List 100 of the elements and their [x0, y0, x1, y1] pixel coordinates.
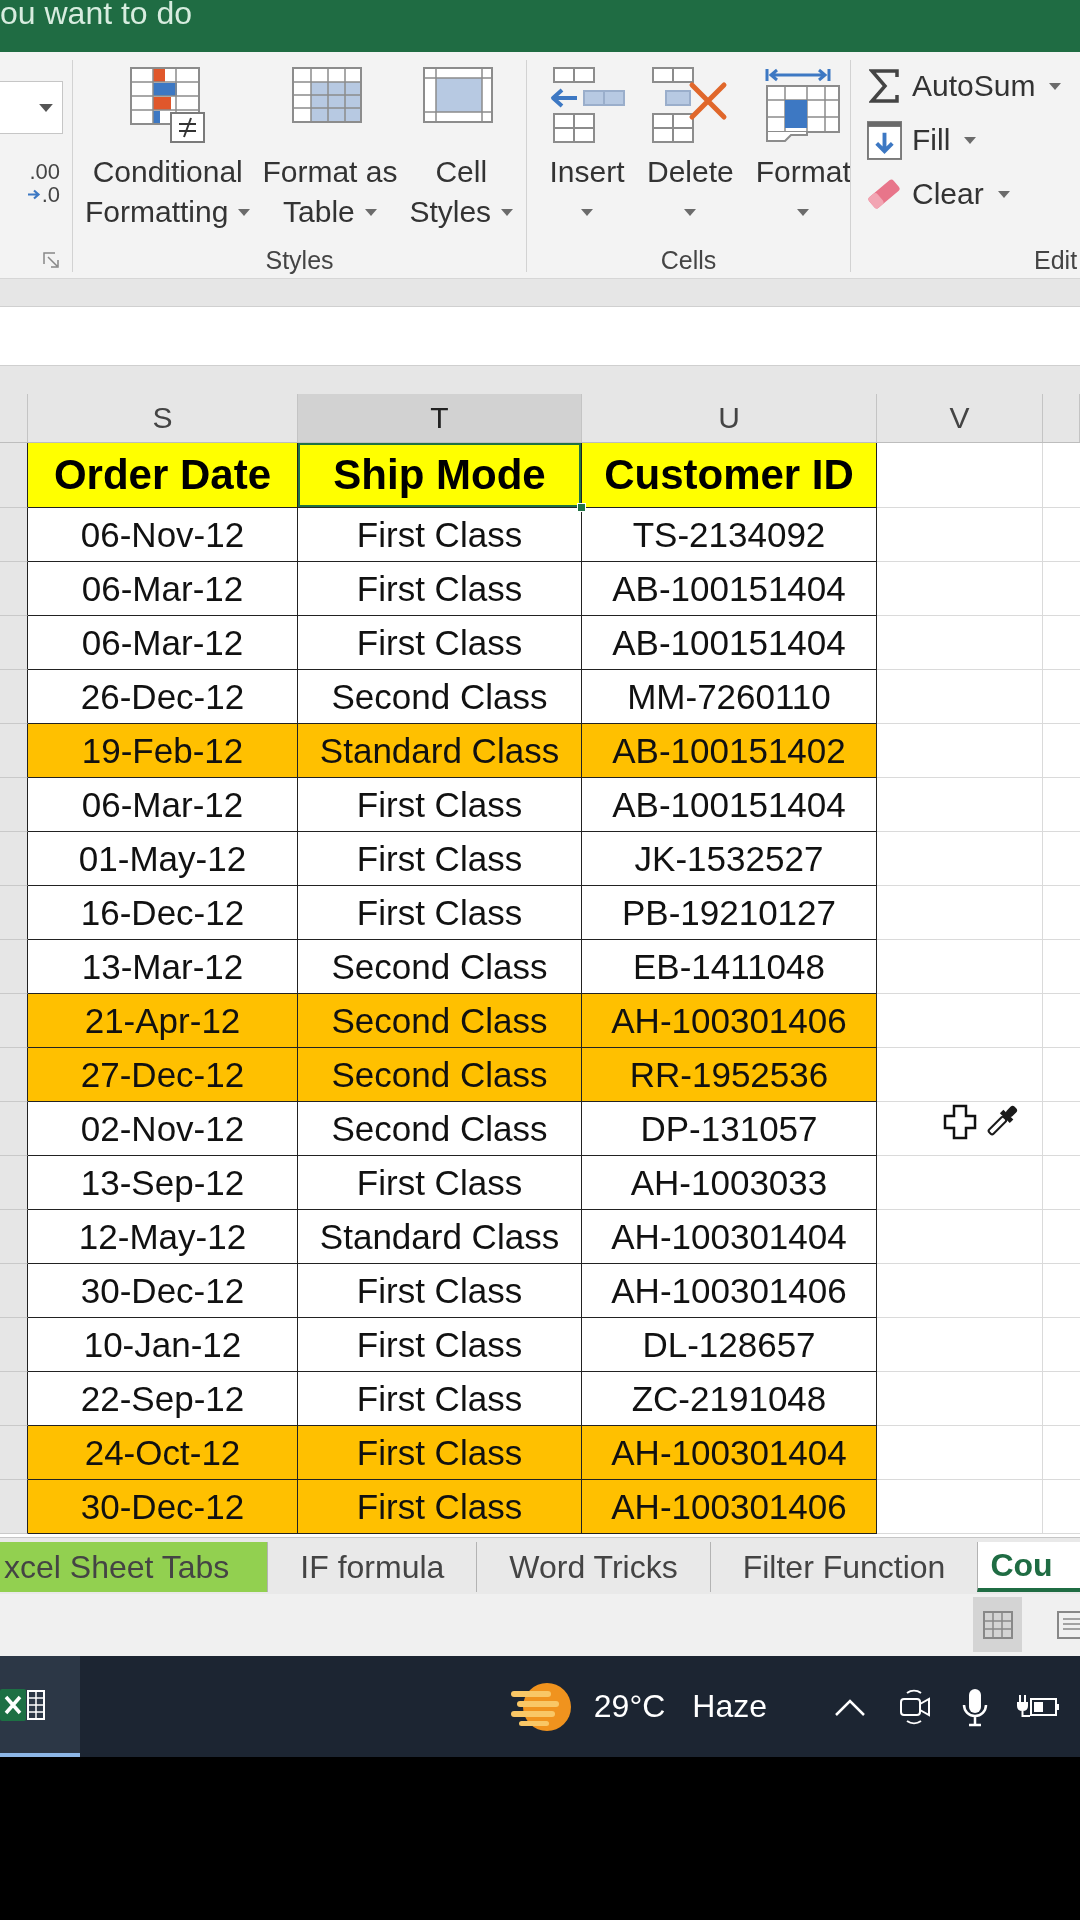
- row-header[interactable]: [0, 508, 28, 562]
- row-header[interactable]: [0, 886, 28, 940]
- header-cell[interactable]: Order Date: [28, 443, 298, 508]
- row-header[interactable]: [0, 778, 28, 832]
- page-icon: [1056, 1610, 1080, 1639]
- sheet-tab[interactable]: xcel Sheet Tabs: [0, 1542, 268, 1592]
- normal-view-button[interactable]: [973, 1597, 1022, 1652]
- table-cell: First Class: [298, 1318, 582, 1372]
- table-cell: Second Class: [298, 1102, 582, 1156]
- table-cell: DP-131057: [582, 1102, 877, 1156]
- table-cell: AH-100301404: [582, 1210, 877, 1264]
- table-cell: First Class: [298, 562, 582, 616]
- autosum-button[interactable]: AutoSum: [866, 59, 1062, 113]
- table-cell: Second Class: [298, 994, 582, 1048]
- row-header[interactable]: [0, 994, 28, 1048]
- cross-cursor-icon: [943, 1104, 977, 1140]
- delete-button[interactable]: Delete: [645, 67, 736, 232]
- column-header[interactable]: T: [298, 394, 582, 442]
- grid-icon: [982, 1610, 1013, 1639]
- table-cell: AH-100301406: [582, 1264, 877, 1318]
- microphone-icon[interactable]: [961, 1686, 989, 1727]
- weather-condition: Haze: [692, 1688, 767, 1725]
- table-cell: Second Class: [298, 670, 582, 724]
- table-cell: AH-100301404: [582, 1426, 877, 1480]
- search-hint[interactable]: ou want to do: [0, 0, 193, 27]
- table-cell: 12-May-12: [28, 1210, 298, 1264]
- row-header[interactable]: [0, 832, 28, 886]
- table-cell: TS-2134092: [582, 508, 877, 562]
- format-as-table-button[interactable]: Format as Table: [260, 67, 400, 232]
- column-header[interactable]: V: [877, 394, 1043, 442]
- table-cell: First Class: [298, 616, 582, 670]
- row-header[interactable]: [0, 940, 28, 994]
- table-cell: AB-100151404: [582, 562, 877, 616]
- table-cell: ZC-2191048: [582, 1372, 877, 1426]
- table-cell: 22-Sep-12: [28, 1372, 298, 1426]
- table-cell: AB-100151404: [582, 778, 877, 832]
- sheet-tab[interactable]: Word Tricks: [476, 1542, 710, 1592]
- cell-styles-button[interactable]: Cell Styles: [407, 67, 516, 232]
- column-header[interactable]: U: [582, 394, 877, 442]
- table-cell: 13-Sep-12: [28, 1156, 298, 1210]
- row-header[interactable]: [0, 1102, 28, 1156]
- table-cell: First Class: [298, 886, 582, 940]
- table-cell: 06-Mar-12: [28, 562, 298, 616]
- table-cell: First Class: [298, 1264, 582, 1318]
- table-cell: AB-100151404: [582, 616, 877, 670]
- row-header[interactable]: [0, 1210, 28, 1264]
- row-header[interactable]: [0, 1480, 28, 1534]
- table-cell: 06-Mar-12: [28, 778, 298, 832]
- table-cell: 21-Apr-12: [28, 994, 298, 1048]
- dialog-launcher-icon[interactable]: [43, 252, 59, 269]
- row-header[interactable]: [0, 1426, 28, 1480]
- row-header[interactable]: [0, 1156, 28, 1210]
- table-cell: 10-Jan-12: [28, 1318, 298, 1372]
- table-cell: First Class: [298, 1372, 582, 1426]
- weather-temperature: 29°C: [593, 1688, 666, 1725]
- table-cell: AH-1003033: [582, 1156, 877, 1210]
- table-cell: First Class: [298, 1426, 582, 1480]
- table-cell: PB-19210127: [582, 886, 877, 940]
- right-arrow-icon: [26, 189, 41, 200]
- table-cell: First Class: [298, 1156, 582, 1210]
- sigma-icon: [869, 69, 899, 103]
- table-cell: AH-100301406: [582, 1480, 877, 1534]
- table-cell: Second Class: [298, 1048, 582, 1102]
- table-cell: AB-100151402: [582, 724, 877, 778]
- insert-button[interactable]: Insert: [547, 67, 627, 232]
- formula-bar[interactable]: [0, 307, 1080, 366]
- table-cell: 01-May-12: [28, 832, 298, 886]
- clear-button[interactable]: Clear: [866, 167, 1010, 221]
- table-cell: 19-Feb-12: [28, 724, 298, 778]
- row-header[interactable]: [0, 1048, 28, 1102]
- group-label: Styles: [265, 245, 334, 275]
- table-cell: First Class: [298, 832, 582, 886]
- caret-icon: [39, 103, 53, 112]
- camera-icon[interactable]: [899, 1688, 931, 1725]
- table-cell: 27-Dec-12: [28, 1048, 298, 1102]
- table-cell: 13-Mar-12: [28, 940, 298, 994]
- conditional-formatting-button[interactable]: Conditional Formatting: [83, 67, 253, 232]
- row-header[interactable]: [0, 616, 28, 670]
- table-cell: 16-Dec-12: [28, 886, 298, 940]
- decrease-decimal-button[interactable]: .00 .0: [14, 160, 60, 206]
- row-header[interactable]: [0, 443, 28, 508]
- column-width-icon: [765, 67, 842, 143]
- sheet-tab[interactable]: IF formula: [267, 1542, 477, 1592]
- row-header[interactable]: [0, 562, 28, 616]
- row-header[interactable]: [0, 1264, 28, 1318]
- group-label: Edit: [1034, 245, 1078, 275]
- fill-button[interactable]: Fill: [866, 113, 977, 167]
- row-header[interactable]: [0, 724, 28, 778]
- sheet-tab[interactable]: Cou: [977, 1542, 1080, 1592]
- format-button[interactable]: Format: [753, 67, 853, 232]
- fill-handle[interactable]: [577, 503, 586, 512]
- table-cell: 06-Nov-12: [28, 508, 298, 562]
- group-label: Cells: [660, 245, 717, 275]
- number-format-dropdown[interactable]: [0, 81, 63, 134]
- taskbar-app-button[interactable]: [0, 1656, 80, 1757]
- row-header[interactable]: [0, 1372, 28, 1426]
- header-cell[interactable]: Customer ID: [582, 443, 877, 508]
- row-header[interactable]: [0, 1318, 28, 1372]
- row-header[interactable]: [0, 670, 28, 724]
- table-cell: 24-Oct-12: [28, 1426, 298, 1480]
